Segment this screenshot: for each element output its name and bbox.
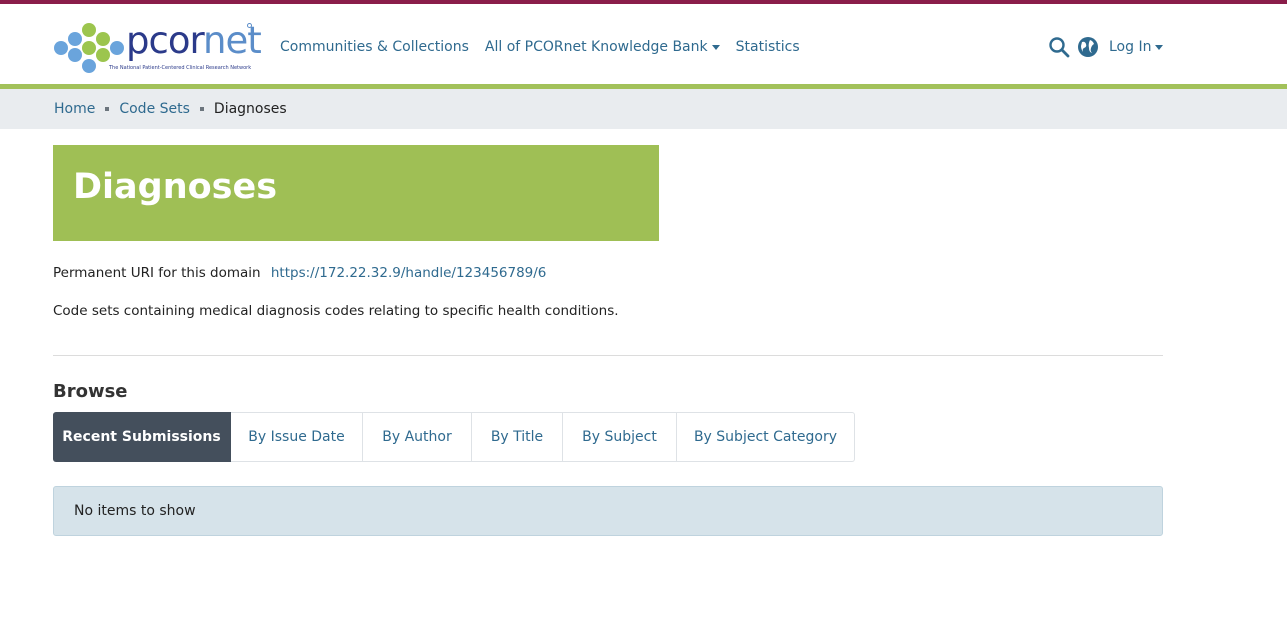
pcornet-logo[interactable]: pcornet The National Patient-Centered Cl… [53,19,262,75]
breadcrumb-code-sets[interactable]: Code Sets [119,101,190,117]
chevron-down-icon [711,44,720,50]
tab-label: By Author [382,429,452,445]
section-divider [53,355,1163,356]
nav-communities-collections[interactable]: Communities & Collections [280,39,469,55]
nav-label: Statistics [735,39,800,55]
tab-by-subject-category[interactable]: By Subject Category [677,412,855,462]
browse-heading: Browse [53,381,128,402]
nav-knowledge-bank[interactable]: All of PCORnet Knowledge Bank [485,39,720,55]
breadcrumb-current: Diagnoses [213,101,287,117]
breadcrumb-separator [199,107,204,111]
globe-icon[interactable] [1077,36,1099,58]
empty-message: No items to show [74,503,196,519]
breadcrumb-home[interactable]: Home [54,101,95,117]
search-icon[interactable] [1048,36,1070,58]
empty-results-alert: No items to show [53,486,1163,536]
registered-mark-icon [247,23,252,28]
login-label: Log In [1109,39,1152,55]
tab-by-issue-date[interactable]: By Issue Date [231,412,363,462]
breadcrumb-separator [105,107,110,111]
uri-label: Permanent URI for this domain [53,265,261,281]
login-button[interactable]: Log In [1109,39,1164,55]
uri-link[interactable]: https://172.22.32.9/handle/123456789/6 [271,265,547,281]
chevron-down-icon [1155,44,1164,50]
logo-word-pcor: pcor [126,19,204,62]
page-title-banner: Diagnoses [53,145,659,241]
tab-by-subject[interactable]: By Subject [563,412,677,462]
header-actions: Log In [1048,36,1164,58]
logo-wordmark: pcornet [126,19,262,62]
logo-word-net: net [203,19,262,62]
site-header: pcornet The National Patient-Centered Cl… [0,4,1287,85]
tab-by-title[interactable]: By Title [472,412,563,462]
tab-label: By Subject Category [693,429,838,445]
tab-recent-submissions[interactable]: Recent Submissions [53,412,231,462]
tab-label: By Title [490,429,544,445]
nav-label: Communities & Collections [280,39,469,55]
browse-tabs: Recent Submissions By Issue Date By Auth… [53,412,855,462]
logo-tagline: The National Patient-Centered Clinical R… [109,65,252,71]
main-nav: Communities & Collections All of PCORnet… [280,39,816,55]
page-description: Code sets containing medical diagnosis c… [53,303,619,319]
tab-label: By Subject [582,429,657,445]
nav-statistics[interactable]: Statistics [736,39,800,55]
breadcrumb: Home Code Sets Diagnoses [54,101,287,117]
tab-label: Recent Submissions [62,429,221,445]
page-title: Diagnoses [73,167,278,207]
tab-label: By Issue Date [248,429,345,445]
permanent-uri: Permanent URI for this domain https://17… [53,265,546,281]
nav-label: All of PCORnet Knowledge Bank [484,39,708,55]
tab-by-author[interactable]: By Author [363,412,472,462]
